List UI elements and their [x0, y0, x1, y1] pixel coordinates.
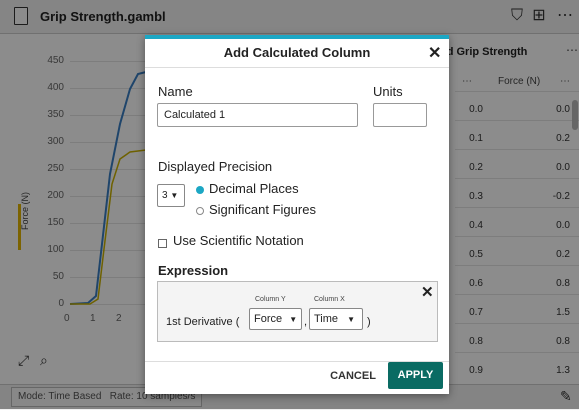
column-y-label: Column Y — [255, 296, 286, 303]
significant-figures-label[interactable]: Significant Figures — [209, 202, 316, 217]
precision-select[interactable]: 3 ▼ — [157, 184, 185, 207]
radio-decimal-places[interactable] — [196, 186, 204, 194]
column-x-select[interactable]: Time ▼ — [309, 308, 363, 330]
expression-label: Expression — [158, 263, 229, 278]
apply-button[interactable]: APPLY — [388, 362, 443, 389]
chevron-down-icon: ▼ — [170, 191, 179, 200]
cancel-button[interactable]: CANCEL — [323, 365, 383, 387]
dialog-title: Add Calculated Column — [223, 45, 371, 60]
units-label: Units — [373, 84, 403, 99]
scientific-notation-checkbox[interactable] — [158, 239, 167, 248]
column-x-value: Time — [314, 313, 339, 325]
name-label: Name — [158, 84, 193, 99]
expression-comma: , — [304, 316, 308, 328]
chevron-down-icon: ▼ — [289, 315, 298, 324]
expression-box: ✕ Column Y Column X 1st Derivative ( For… — [157, 281, 438, 342]
column-y-value: Force — [254, 313, 283, 325]
units-input[interactable] — [373, 103, 427, 127]
chevron-down-icon: ▼ — [347, 315, 356, 324]
column-x-label: Column X — [314, 296, 345, 303]
scientific-notation-label[interactable]: Use Scientific Notation — [173, 233, 304, 248]
radio-significant-figures[interactable] — [196, 207, 204, 215]
expression-function: 1st Derivative ( — [166, 316, 240, 328]
name-input[interactable]: Calculated 1 — [157, 103, 358, 127]
decimal-places-label[interactable]: Decimal Places — [209, 181, 299, 196]
add-calculated-column-dialog: Add Calculated Column ✕ Name Calculated … — [145, 35, 449, 394]
close-icon[interactable]: ✕ — [428, 43, 441, 63]
dialog-header: Add Calculated Column ✕ — [145, 39, 449, 68]
precision-value: 3 — [162, 190, 168, 201]
column-y-select[interactable]: Force ▼ — [249, 308, 302, 330]
remove-expression-icon[interactable]: ✕ — [421, 283, 434, 301]
precision-label: Displayed Precision — [158, 159, 273, 174]
expression-close-paren: ) — [367, 316, 371, 328]
